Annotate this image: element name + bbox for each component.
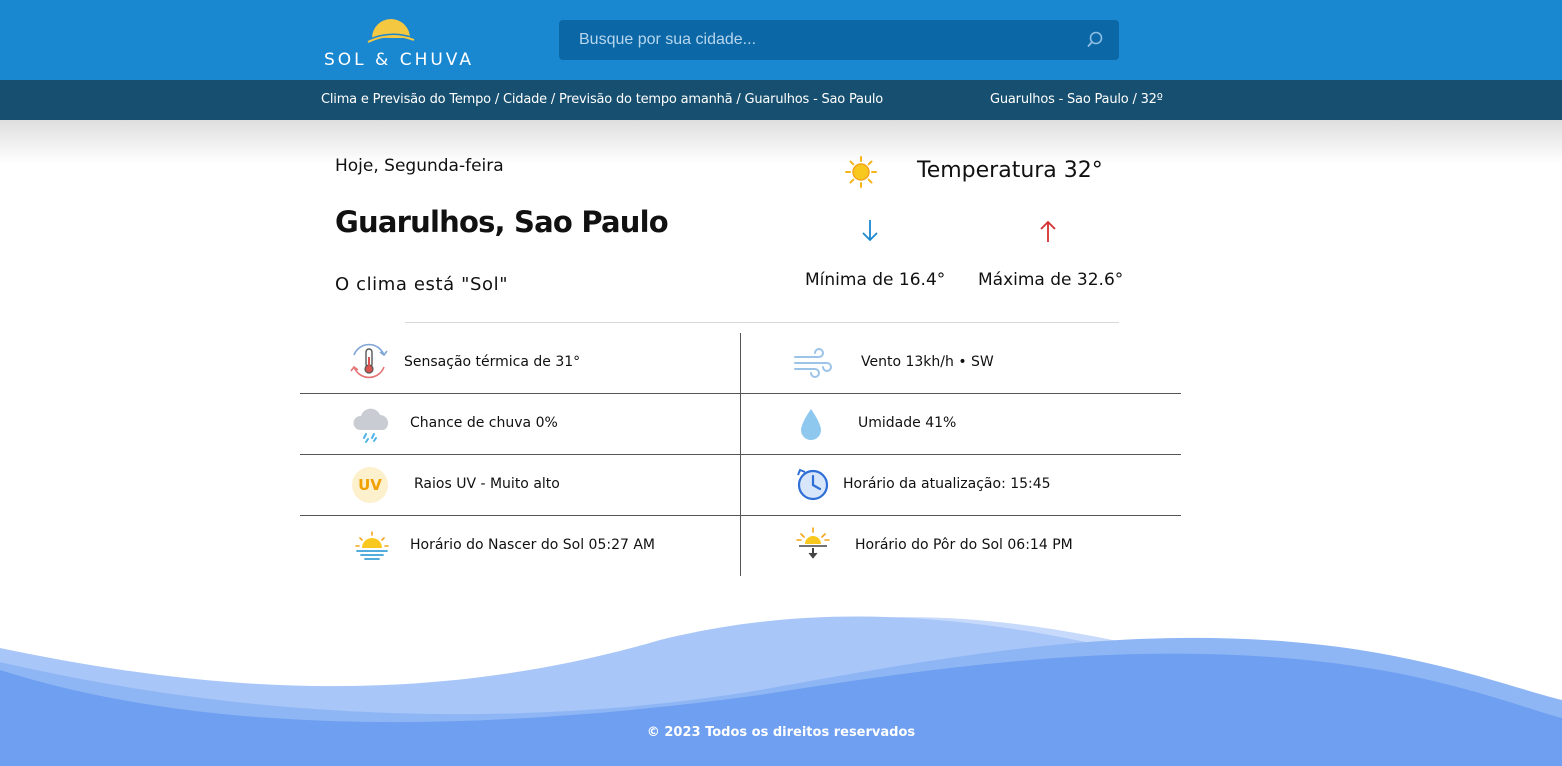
update-time-item: Horário da atualização: 15:45: [741, 455, 1181, 515]
wind-item: Vento 13kh/h • SW: [741, 333, 1181, 393]
divider: [405, 322, 1119, 323]
uv-item: UV Raios UV - Muito alto: [300, 455, 740, 515]
arrow-up-icon: [1040, 220, 1056, 242]
uv-icon: UV: [352, 467, 388, 503]
breadcrumb[interactable]: Clima e Previsão do Tempo / Cidade / Pre…: [321, 92, 883, 107]
feels-like-item: Sensação térmica de 31°: [300, 333, 740, 393]
feels-like-label: Sensação térmica de 31°: [404, 354, 581, 370]
sunset-icon: [796, 527, 830, 559]
weather-details-grid: Sensação térmica de 31° Vento 13kh/h • S…: [300, 333, 1181, 576]
rain-chance-item: Chance de chuva 0%: [300, 394, 740, 454]
city-title: Guarulhos, Sao Paulo: [335, 205, 669, 239]
update-time-label: Horário da atualização: 15:45: [843, 476, 1051, 492]
sun-icon: [845, 156, 877, 188]
copyright: © 2023 Todos os direitos reservados: [646, 725, 916, 740]
temperature: Temperatura 32°: [917, 158, 1103, 183]
arrow-down-icon: [862, 220, 878, 242]
droplet-icon: [801, 409, 821, 440]
min-temperature: Mínima de 16.4°: [805, 270, 946, 290]
logo-text: SOL & CHUVA: [324, 50, 474, 70]
location-temperature-summary: Guarulhos - Sao Paulo / 32º: [990, 92, 1163, 107]
top-header: SOL & CHUVA: [0, 0, 1562, 80]
breadcrumb-bar: Clima e Previsão do Tempo / Cidade / Pre…: [0, 80, 1562, 120]
site-logo[interactable]: SOL & CHUVA: [322, 14, 471, 70]
search-box: [559, 20, 1119, 60]
rain-cloud-icon: [353, 408, 389, 443]
humidity-label: Umidade 41%: [858, 415, 957, 431]
day-label: Hoje, Segunda-feira: [335, 156, 504, 176]
clock-icon: [797, 468, 829, 501]
sunrise-icon: [355, 531, 389, 560]
header-shadow: [0, 120, 1562, 164]
search-icon[interactable]: [1086, 31, 1104, 49]
max-temperature: Máxima de 32.6°: [978, 270, 1124, 290]
weather-condition: O clima está "Sol": [335, 274, 509, 295]
sunset-item: Horário do Pôr do Sol 06:14 PM: [741, 516, 1181, 576]
wind-label: Vento 13kh/h • SW: [861, 354, 994, 370]
wind-icon: [794, 348, 832, 378]
sunrise-item: Horário do Nascer do Sol 05:27 AM: [300, 516, 740, 576]
sun-logo-icon: [366, 19, 416, 43]
search-input[interactable]: [559, 20, 1079, 60]
uv-label: Raios UV - Muito alto: [414, 476, 560, 492]
sunset-label: Horário do Pôr do Sol 06:14 PM: [855, 537, 1073, 553]
footer-waves: [0, 616, 1562, 766]
humidity-item: Umidade 41%: [741, 394, 1181, 454]
uv-icon-text: UV: [358, 476, 382, 494]
rain-chance-label: Chance de chuva 0%: [410, 415, 558, 431]
thermometer-icon: [350, 343, 388, 379]
sunrise-label: Horário do Nascer do Sol 05:27 AM: [410, 537, 655, 553]
